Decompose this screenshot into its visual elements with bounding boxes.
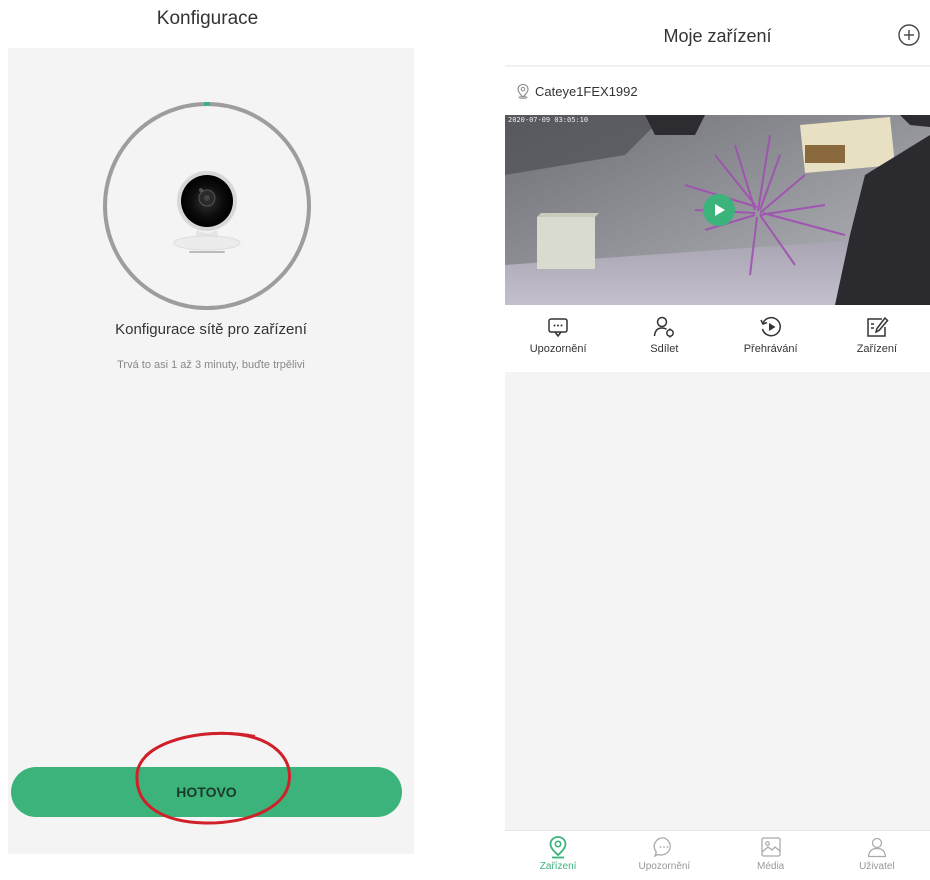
device-card: Cateye1FEX1992 2020-07-09 03:05:10 Upozo… bbox=[505, 67, 930, 372]
action-label: Přehrávání bbox=[743, 343, 798, 355]
action-device[interactable]: Zařízení bbox=[824, 307, 930, 372]
share-user-icon bbox=[654, 316, 675, 338]
tab-alerts[interactable]: Upozornění bbox=[611, 831, 717, 880]
location-pin-icon bbox=[517, 83, 529, 99]
tab-devices[interactable]: Zařízení bbox=[505, 831, 611, 880]
action-label: Upozornění bbox=[529, 343, 587, 355]
action-label: Sdílet bbox=[650, 343, 679, 355]
config-heading: Konfigurace sítě pro zařízení bbox=[115, 321, 307, 338]
page-title: Moje zařízení bbox=[663, 26, 772, 46]
progress-ring bbox=[101, 100, 313, 312]
action-alerts[interactable]: Upozornění bbox=[505, 307, 611, 372]
image-icon bbox=[760, 837, 781, 857]
video-timestamp: 2020-07-09 03:05:10 bbox=[508, 116, 589, 124]
camera-icon bbox=[173, 171, 241, 253]
tab-label: Uživatel bbox=[859, 861, 895, 872]
user-icon bbox=[867, 837, 887, 858]
device-name-row[interactable]: Cateye1FEX1992 bbox=[515, 81, 638, 101]
device-actions: Upozornění Sdílet Přehrávání Zařízení bbox=[505, 307, 930, 372]
tab-media[interactable]: Média bbox=[718, 831, 824, 880]
playback-icon bbox=[759, 316, 781, 337]
tab-label: Upozornění bbox=[638, 861, 691, 872]
plus-circle-icon[interactable] bbox=[896, 22, 922, 48]
location-pin-icon bbox=[549, 836, 567, 859]
config-subtext: Trvá to asi 1 až 3 minuty, buďte trpěliv… bbox=[117, 359, 305, 371]
header: Moje zařízení bbox=[505, 0, 930, 66]
configuration-panel: Konfigurace sítě pro zařízení Trvá to as… bbox=[8, 48, 414, 854]
edit-device-icon bbox=[867, 316, 889, 337]
tab-label: Média bbox=[757, 861, 785, 872]
my-devices-screen: Moje zařízení Cateye1FEX1992 2020-07-09 … bbox=[505, 0, 930, 880]
chat-bubble-icon bbox=[653, 837, 672, 858]
configuration-screen: Konfigurace Konfigurace sítě pro zařízen… bbox=[0, 0, 415, 880]
chat-bubble-icon bbox=[548, 318, 568, 338]
action-label: Zařízení bbox=[856, 343, 898, 355]
video-preview[interactable]: 2020-07-09 03:05:10 bbox=[505, 115, 930, 305]
page-title: Konfigurace bbox=[156, 8, 259, 29]
play-icon[interactable] bbox=[703, 194, 735, 226]
progress-indicator bbox=[204, 102, 210, 106]
tab-label: Zařízení bbox=[539, 861, 577, 872]
bottom-tab-bar: Zařízení Upozornění Média Uživatel bbox=[505, 830, 930, 880]
action-share[interactable]: Sdílet bbox=[611, 307, 717, 372]
action-playback[interactable]: Přehrávání bbox=[718, 307, 824, 372]
tab-user[interactable]: Uživatel bbox=[824, 831, 930, 880]
done-button[interactable]: HOTOVO bbox=[11, 767, 402, 817]
device-name: Cateye1FEX1992 bbox=[535, 83, 638, 99]
